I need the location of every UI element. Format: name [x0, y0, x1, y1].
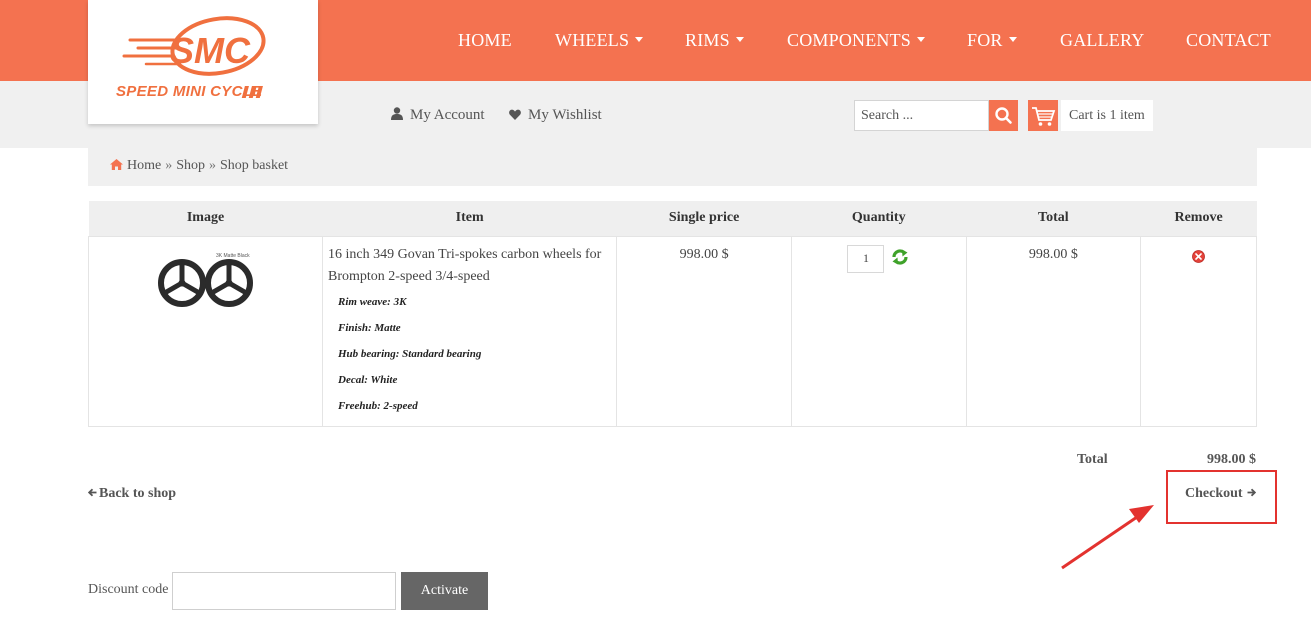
nav-home[interactable]: HOME [458, 30, 512, 54]
breadcrumb-trail: Home» Shop» Shop basket [110, 158, 288, 174]
single-price-cell: 998.00 $ [616, 235, 792, 427]
logo-wordmark: SPEED MINI CYCLE [116, 83, 263, 100]
row-total-cell: 998.00 $ [965, 235, 1142, 427]
heart-icon [509, 109, 521, 120]
arrow-left-icon [87, 488, 97, 497]
column-header-quantity: Quantity [791, 201, 967, 236]
nav-components-label: COMPONENTS [787, 30, 912, 50]
search-button[interactable] [989, 100, 1018, 131]
caret-down-icon [917, 37, 926, 42]
discount-code-input[interactable] [172, 572, 396, 610]
svg-text:SMC: SMC [170, 30, 251, 71]
cart-table: Image Item Single price Quantity Total R… [88, 201, 1257, 427]
nav-for[interactable]: FOR [967, 30, 1017, 54]
nav-components[interactable]: COMPONENTS [787, 30, 926, 54]
breadcrumb-home[interactable]: Home [127, 158, 161, 173]
product-name-link[interactable]: 16 inch 349 Govan Tri-spokes carbon whee… [323, 237, 616, 288]
home-icon [110, 159, 123, 170]
remove-icon[interactable] [1192, 249, 1205, 263]
my-account-label: My Account [410, 107, 485, 123]
caret-down-icon [635, 37, 644, 42]
quantity-cell [790, 235, 967, 427]
nav-rims[interactable]: RIMS [685, 30, 744, 54]
nav-home-label: HOME [458, 30, 512, 50]
search-icon [995, 107, 1012, 124]
attribute-finish: Finish: Matte [338, 321, 401, 334]
my-account-link[interactable]: My Account [391, 107, 485, 124]
product-attributes: Rim weave: 3K Finish: Matte Hub bearing:… [323, 288, 616, 422]
my-wishlist-link[interactable]: My Wishlist [509, 107, 602, 124]
remove-cell [1140, 235, 1257, 427]
column-header-total: Total [966, 201, 1141, 236]
product-item-cell: 16 inch 349 Govan Tri-spokes carbon whee… [321, 235, 618, 427]
nav-wheels-label: WHEELS [555, 30, 630, 50]
attribute-freehub: Freehub: 2-speed [338, 399, 418, 412]
shopping-cart-icon [1032, 107, 1056, 126]
product-image-cell: 3K Matte Black [88, 235, 323, 427]
nav-gallery-label: GALLERY [1060, 30, 1145, 50]
back-to-shop-label: Back to shop [99, 486, 177, 501]
column-header-single-price: Single price [616, 201, 792, 236]
table-row: 3K Matte Black 16 inch 349 Govan Tri-spo… [88, 235, 1257, 427]
discount-code-label: Discount code [88, 582, 169, 597]
order-total-value: 998.00 $ [1207, 452, 1256, 467]
breadcrumb-current: Shop basket [220, 158, 289, 173]
checkout-highlight-box [1166, 470, 1277, 524]
quantity-input[interactable] [847, 244, 885, 273]
product-image[interactable]: 3K Matte Black [158, 250, 256, 310]
nav-wheels[interactable]: WHEELS [555, 30, 644, 54]
search-input[interactable] [854, 100, 989, 131]
refresh-icon[interactable] [890, 247, 910, 267]
breadcrumb: Home» Shop» Shop basket [88, 148, 1257, 186]
nav-gallery[interactable]: GALLERY [1060, 30, 1144, 54]
column-header-image: Image [88, 201, 323, 236]
user-icon [391, 107, 403, 120]
column-header-remove: Remove [1140, 201, 1257, 236]
my-wishlist-label: My Wishlist [528, 107, 602, 123]
row-total: 998.00 $ [1028, 246, 1078, 262]
nav-contact-label: CONTACT [1186, 30, 1271, 50]
order-total-label: Total [1077, 452, 1108, 467]
nav-contact[interactable]: CONTACT [1186, 30, 1271, 54]
logo-mark-icon: SMC [122, 16, 266, 98]
attribute-hub-bearing: Hub bearing: Standard bearing [338, 347, 482, 360]
nav-for-label: FOR [967, 30, 1003, 50]
table-header-row: Image Item Single price Quantity Total R… [88, 201, 1257, 236]
cart-button[interactable] [1028, 100, 1058, 131]
site-logo[interactable]: SMC SPEED MINI CYCLE [88, 0, 318, 124]
attribute-rim-weave: Rim weave: 3K [338, 295, 407, 308]
single-price: 998.00 $ [679, 246, 729, 262]
caret-down-icon [1008, 37, 1017, 42]
breadcrumb-separator: » [209, 158, 217, 173]
breadcrumb-separator: » [165, 158, 173, 173]
svg-text:3K Matte Black: 3K Matte Black [216, 253, 250, 259]
caret-down-icon [735, 37, 744, 42]
activate-button[interactable]: Activate [401, 572, 488, 610]
attribute-decal: Decal: White [338, 373, 398, 386]
back-to-shop-link[interactable]: Back to shop [87, 486, 177, 502]
breadcrumb-shop[interactable]: Shop [176, 158, 205, 173]
column-header-item: Item [322, 201, 617, 236]
cart-summary[interactable]: Cart is 1 item [1061, 100, 1153, 131]
nav-rims-label: RIMS [685, 30, 730, 50]
